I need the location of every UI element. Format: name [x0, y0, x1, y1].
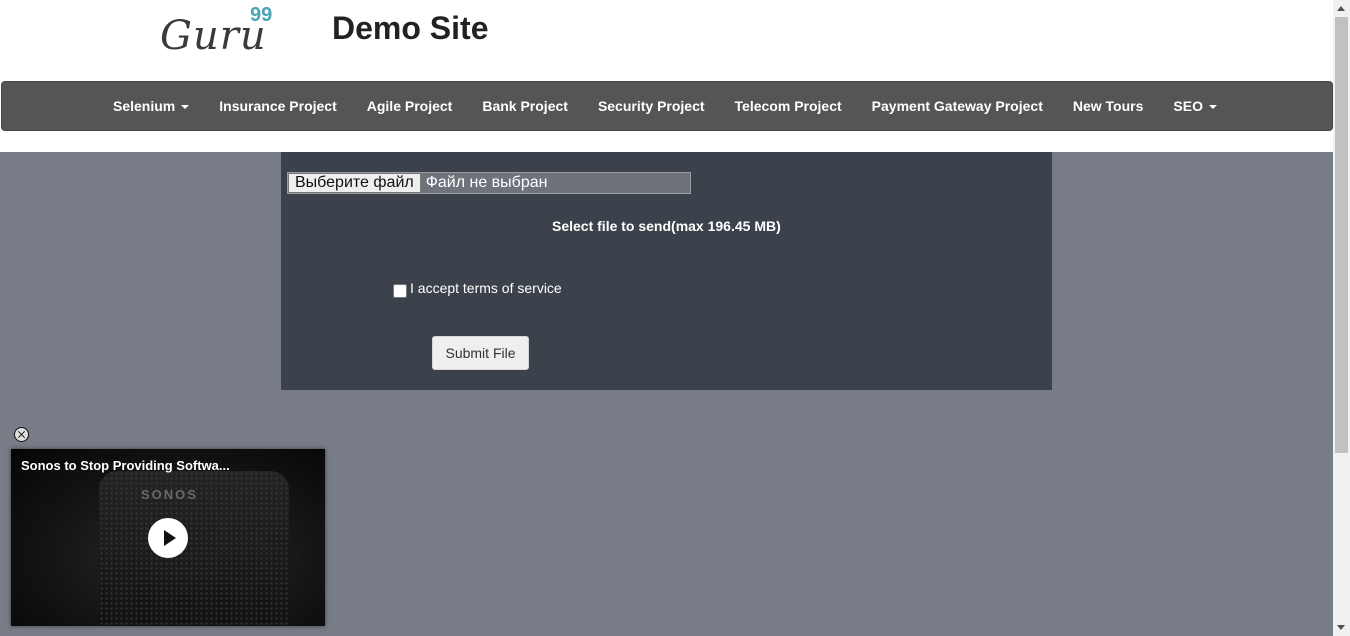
terms-row: I accept terms of service: [393, 278, 562, 298]
scroll-up-icon[interactable]: [1337, 6, 1345, 11]
scroll-thumb[interactable]: [1335, 17, 1348, 453]
terms-label[interactable]: I accept terms of service: [410, 280, 562, 296]
video-title[interactable]: Sonos to Stop Providing Softwa...: [21, 458, 230, 473]
logo-number: 99: [250, 4, 273, 26]
upload-instructions: Select file to send(max 196.45 MB): [552, 218, 781, 234]
vertical-scrollbar[interactable]: [1333, 0, 1350, 636]
nav-item-label: Selenium: [113, 98, 176, 114]
nav-item-new-tours[interactable]: New Tours: [1058, 82, 1159, 130]
play-icon: [164, 530, 176, 546]
file-status-text: Файл не выбран: [425, 174, 548, 191]
nav-item-security-project[interactable]: Security Project: [583, 82, 720, 130]
choose-file-button[interactable]: Выберите файл: [288, 173, 421, 193]
nav-item-label: New Tours: [1072, 98, 1144, 114]
video-brand-label: SONOS: [141, 487, 198, 502]
close-icon[interactable]: [14, 427, 29, 442]
nav-item-agile-project[interactable]: Agile Project: [352, 82, 468, 130]
file-upload-input[interactable]: Выберите файл Файл не выбран: [287, 172, 691, 194]
page-title: Demo Site: [332, 10, 489, 46]
scroll-down-icon[interactable]: [1337, 625, 1345, 630]
nav-item-label: Telecom Project: [734, 98, 842, 114]
terms-checkbox[interactable]: [393, 284, 407, 298]
main-navbar: Selenium Insurance Project Agile Project…: [1, 81, 1333, 131]
video-player[interactable]: SONOS Sonos to Stop Providing Softwa...: [11, 449, 325, 626]
nav-item-selenium[interactable]: Selenium: [98, 82, 204, 130]
submit-file-button[interactable]: Submit File: [432, 336, 529, 370]
caret-down-icon: [181, 105, 190, 110]
nav-item-label: Insurance Project: [219, 98, 337, 114]
nav-item-insurance-project[interactable]: Insurance Project: [204, 82, 352, 130]
nav-item-label: SEO: [1173, 98, 1203, 114]
nav-item-label: Payment Gateway Project: [871, 98, 1043, 114]
nav-item-payment-gateway-project[interactable]: Payment Gateway Project: [857, 82, 1058, 130]
caret-down-icon: [1208, 105, 1217, 110]
nav-item-bank-project[interactable]: Bank Project: [467, 82, 583, 130]
nav-list: Selenium Insurance Project Agile Project…: [98, 82, 1232, 130]
nav-item-label: Bank Project: [482, 98, 568, 114]
nav-item-label: Security Project: [597, 98, 705, 114]
site-header: Guru 99 Demo Site: [0, 0, 1333, 80]
play-button[interactable]: [148, 518, 188, 558]
nav-item-label: Agile Project: [366, 98, 453, 114]
nav-item-telecom-project[interactable]: Telecom Project: [720, 82, 857, 130]
nav-item-seo[interactable]: SEO: [1158, 82, 1232, 130]
